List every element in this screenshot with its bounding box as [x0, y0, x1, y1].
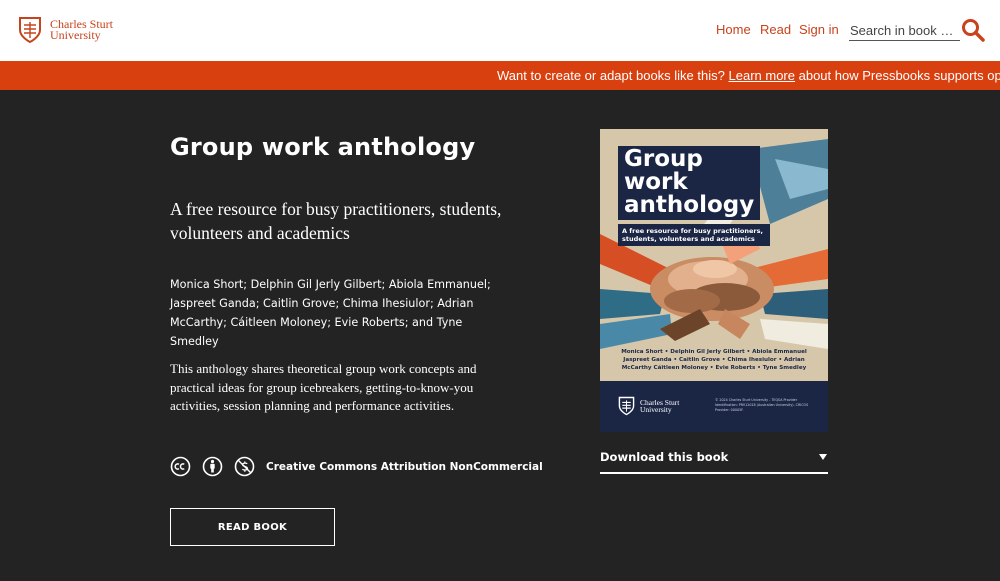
search-input[interactable]: [849, 21, 960, 41]
book-description: This anthology shares theoretical group …: [170, 361, 477, 413]
cover-publisher-name: Charles Sturt University: [640, 398, 679, 414]
license-info: Creative Commons Attribution NonCommerci…: [170, 456, 543, 477]
cover-subtitle: A free resource for busy practitioners, …: [622, 227, 763, 243]
banner-text: Want to create or adapt books like this?…: [497, 68, 1000, 83]
search-button[interactable]: [961, 18, 985, 42]
pressbooks-banner: Want to create or adapt books like this?…: [0, 61, 1000, 90]
license-label[interactable]: Creative Commons Attribution NonCommerci…: [266, 461, 543, 473]
cover-fine-print: © 2024 Charles Sturt University - TEQSA …: [715, 398, 809, 412]
search-icon: [962, 19, 985, 42]
cover-footer: Charles Sturt University © 2024 Charles …: [600, 381, 828, 432]
book-authors: Monica Short; Delphin Gil Jerly Gilbert;…: [170, 278, 491, 348]
noncommercial-icon: [234, 456, 255, 477]
attribution-icon: [202, 456, 223, 477]
learn-more-link[interactable]: Learn more: [729, 68, 795, 83]
logo-text: Charles Sturt University: [50, 18, 113, 42]
creative-commons-icon: [170, 456, 191, 477]
cover-title-line-1: Group: [624, 146, 703, 172]
cover-title-line-3: anthology: [624, 192, 755, 218]
nav-signin: Sign in: [799, 22, 839, 37]
book-subtitle: A free resource for busy practitioners, …: [170, 199, 502, 243]
cover-publisher-line-2: University: [640, 405, 672, 414]
nav-read: Read: [760, 22, 791, 37]
university-logo[interactable]: Charles Sturt University: [18, 16, 113, 44]
banner-suffix: about how Pressbooks supports open: [798, 68, 1000, 83]
nav-link-read[interactable]: Read: [760, 22, 791, 37]
download-dropdown[interactable]: Download this book: [600, 449, 828, 474]
shield-logo-icon: [19, 17, 41, 44]
download-label: Download this book: [600, 450, 729, 464]
book-cover: Group work anthology A free resource for…: [600, 129, 828, 432]
nav-home: Home: [716, 22, 751, 37]
cover-title-box: Group work anthology: [618, 146, 761, 220]
banner-prefix: Want to create or adapt books like this?: [497, 68, 725, 83]
cover-shield-icon: [618, 396, 635, 416]
nav-link-sign-in[interactable]: Sign in: [799, 22, 839, 37]
book-title: Group work anthology: [170, 133, 476, 161]
cover-publisher-logo: Charles Sturt University: [618, 396, 679, 416]
logo-line-2: University: [50, 28, 101, 42]
caret-down-icon: [819, 454, 827, 460]
cover-title-line-2: work: [624, 169, 688, 195]
cover-authors: Monica Short • Delphin Gil Jerly Gilbert…: [621, 349, 807, 371]
cover-subtitle-box: A free resource for busy practitioners, …: [618, 224, 770, 246]
nav-link-home[interactable]: Home: [716, 22, 751, 37]
read-book-button[interactable]: READ BOOK: [170, 508, 335, 546]
site-header: Charles Sturt University Home Read Sign …: [0, 0, 1000, 61]
